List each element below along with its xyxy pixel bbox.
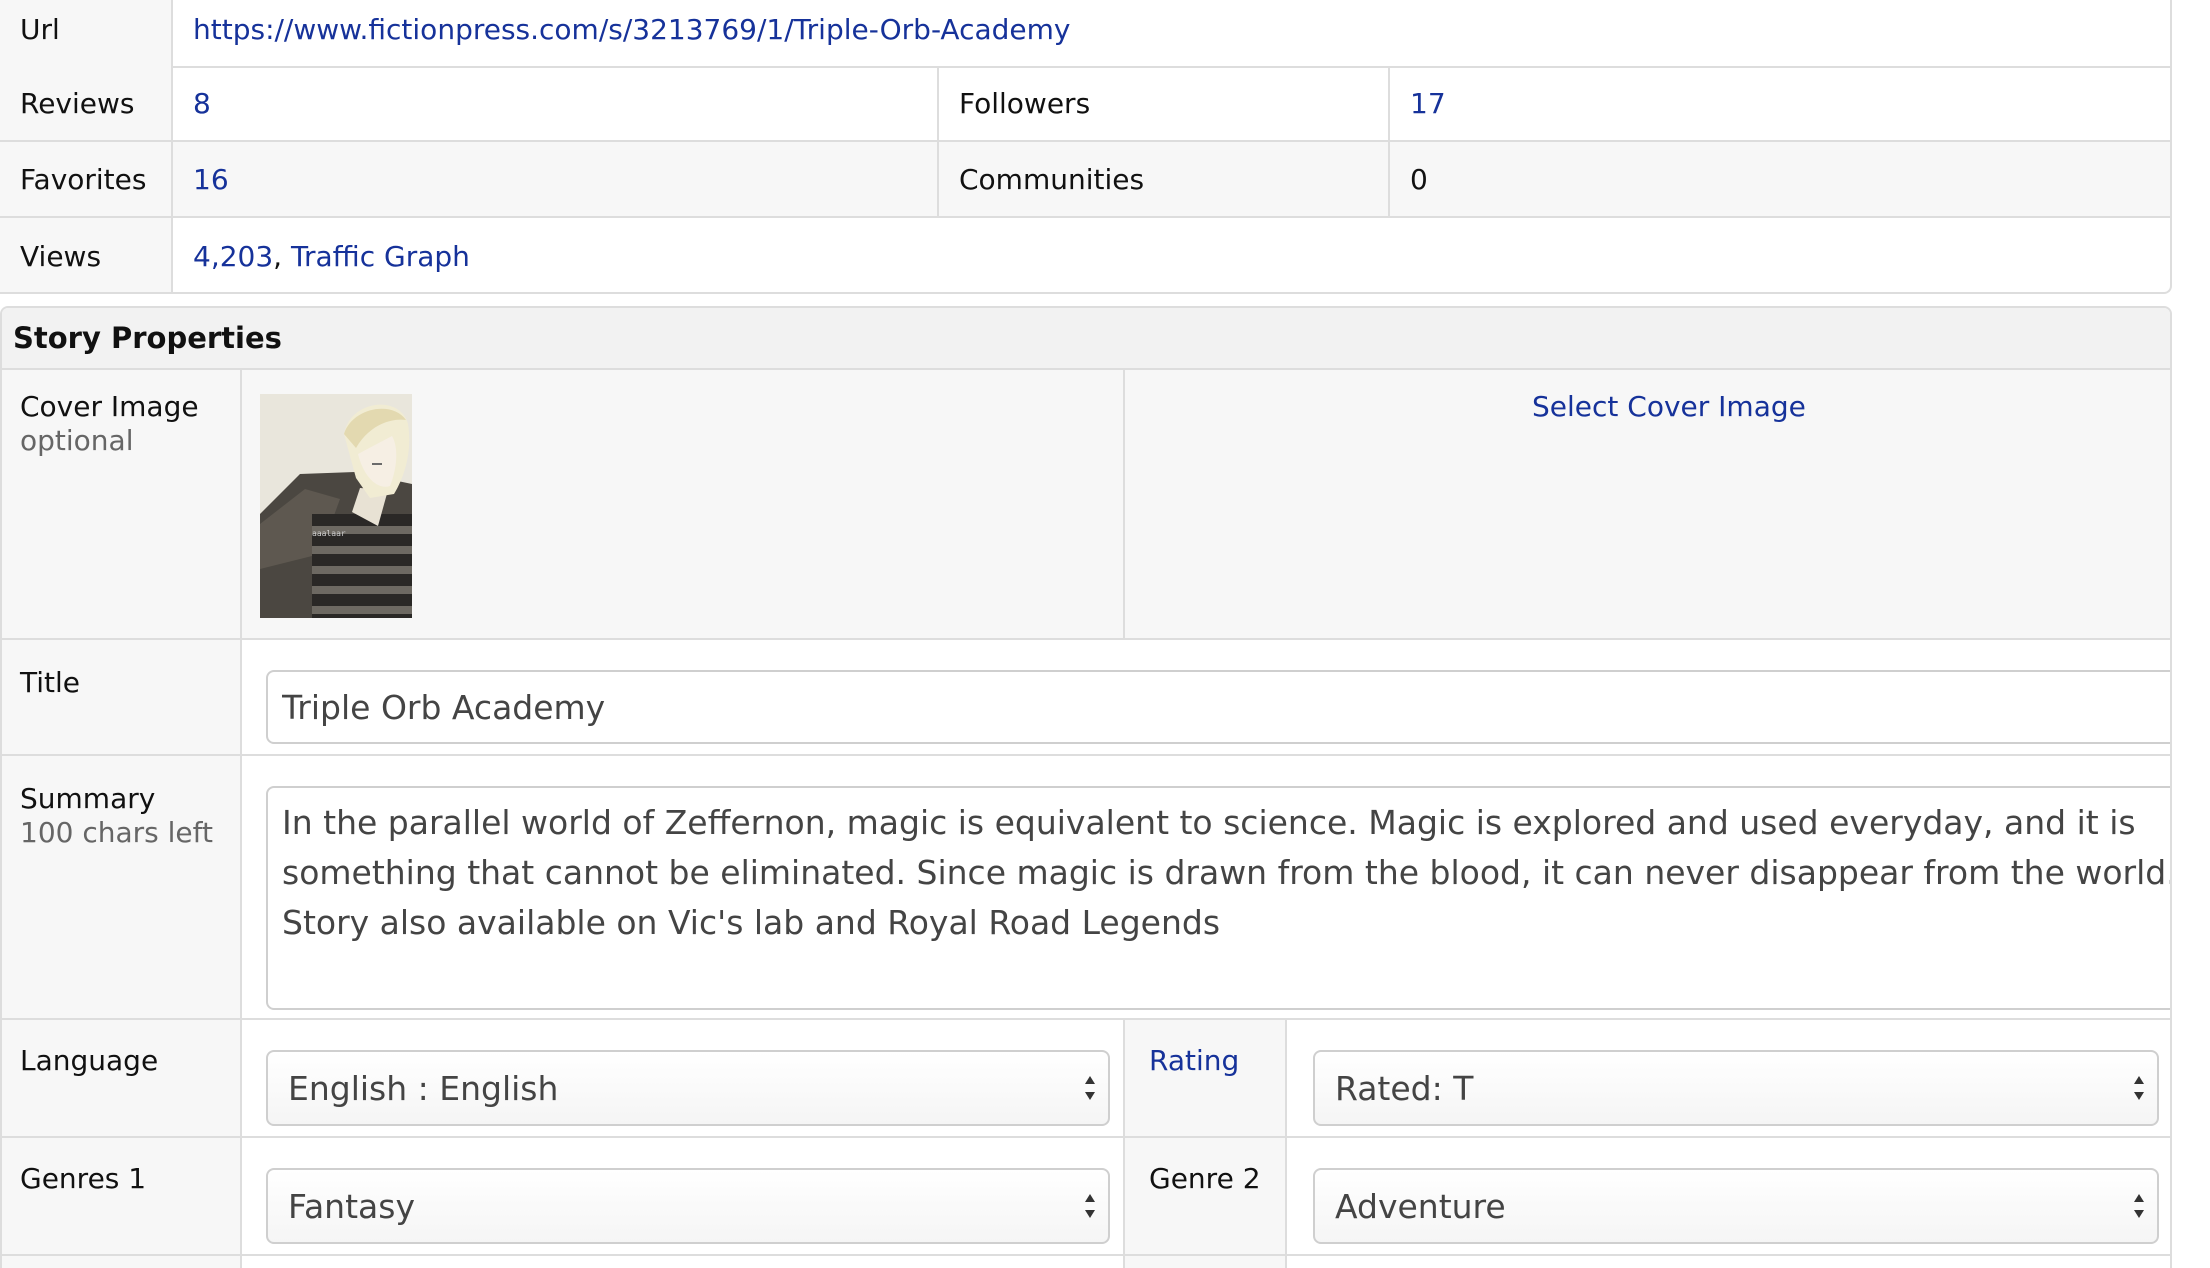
summary-chars-left-hint: 100 chars left	[20, 816, 213, 849]
views-value-cell: 4,203, Traffic Graph	[171, 218, 2170, 292]
views-count-link[interactable]: 4,203	[193, 240, 273, 273]
rating-select-value: Rated: T	[1335, 1068, 1474, 1108]
genre2-select[interactable]: Adventure	[1313, 1168, 2159, 1244]
cover-image-optional-hint: optional	[20, 424, 134, 457]
genre1-select[interactable]: Fantasy	[266, 1168, 1110, 1244]
story-properties-heading: Story Properties	[2, 308, 2170, 370]
story-title-input[interactable]	[266, 670, 2170, 744]
reviews-followers-row: Reviews 8 Followers 17	[0, 66, 2170, 142]
grid-line	[1285, 1018, 1287, 1268]
reviews-count-link[interactable]: 8	[193, 87, 211, 120]
select-arrows-icon	[2134, 1194, 2144, 1218]
genre2-select-value: Adventure	[1335, 1186, 1506, 1226]
language-select-value: English : English	[288, 1068, 559, 1108]
grid-line	[2, 1254, 2170, 1256]
cover-image-label-text: Cover Image	[20, 390, 199, 423]
story-summary-textarea[interactable]: In the parallel world of Zeffernon, magi…	[266, 786, 2172, 1010]
communities-value: 0	[1388, 142, 2170, 216]
summary-label: Summary 100 chars left	[20, 782, 213, 850]
favorites-communities-row: Favorites 16 Communities 0	[0, 142, 2170, 218]
grid-line	[2, 1018, 2170, 1020]
favorites-value-cell: 16	[171, 142, 937, 216]
cover-image-thumbnail[interactable]: aaalaar	[260, 394, 412, 618]
url-label: Url	[0, 0, 171, 66]
genre1-select-value: Fantasy	[288, 1186, 415, 1226]
story-properties-panel: Story Properties Cover Image optional aa…	[0, 306, 2172, 1268]
grid-line	[1123, 1018, 1125, 1268]
favorites-label: Favorites	[0, 142, 171, 216]
cover-watermark-text: aaalaar	[312, 529, 346, 538]
summary-text: In the parallel world of Zeffernon, magi…	[282, 803, 2172, 942]
url-row: Url https://www.fictionpress.com/s/32137…	[0, 0, 2170, 68]
views-separator: ,	[273, 239, 283, 273]
language-label: Language	[20, 1044, 159, 1077]
views-row: Views 4,203, Traffic Graph	[0, 218, 2170, 292]
followers-count-link[interactable]: 17	[1410, 87, 1446, 120]
grid-line	[2, 754, 2170, 756]
url-value-cell: https://www.fictionpress.com/s/3213769/1…	[171, 0, 2170, 66]
title-label: Title	[20, 666, 81, 699]
select-arrows-icon	[1085, 1194, 1095, 1218]
favorites-count-link[interactable]: 16	[193, 163, 229, 196]
grid-line	[240, 370, 242, 1268]
select-arrows-icon	[2134, 1076, 2144, 1100]
select-arrows-icon	[1085, 1076, 1095, 1100]
story-url-link[interactable]: https://www.fictionpress.com/s/3213769/1…	[193, 13, 1071, 46]
grid-line	[2, 1136, 2170, 1138]
story-stats-table: Url https://www.fictionpress.com/s/32137…	[0, 0, 2172, 294]
views-label: Views	[0, 218, 171, 292]
genre1-label: Genres 1	[20, 1162, 147, 1195]
communities-label: Communities	[937, 142, 1388, 216]
summary-label-text: Summary	[20, 782, 156, 815]
select-cover-image-link[interactable]: Select Cover Image	[1532, 390, 1806, 424]
reviews-label: Reviews	[0, 66, 171, 140]
followers-label: Followers	[937, 66, 1388, 140]
reviews-value-cell: 8	[171, 66, 937, 140]
genre2-label: Genre 2	[1149, 1162, 1261, 1195]
traffic-graph-link[interactable]: Traffic Graph	[291, 240, 470, 273]
grid-line	[2, 638, 2170, 640]
rating-link[interactable]: Rating	[1149, 1044, 1239, 1078]
cover-image-label: Cover Image optional	[20, 390, 199, 458]
grid-line	[1123, 370, 1125, 638]
language-select[interactable]: English : English	[266, 1050, 1110, 1126]
followers-value-cell: 17	[1388, 66, 2170, 140]
rating-select[interactable]: Rated: T	[1313, 1050, 2159, 1126]
